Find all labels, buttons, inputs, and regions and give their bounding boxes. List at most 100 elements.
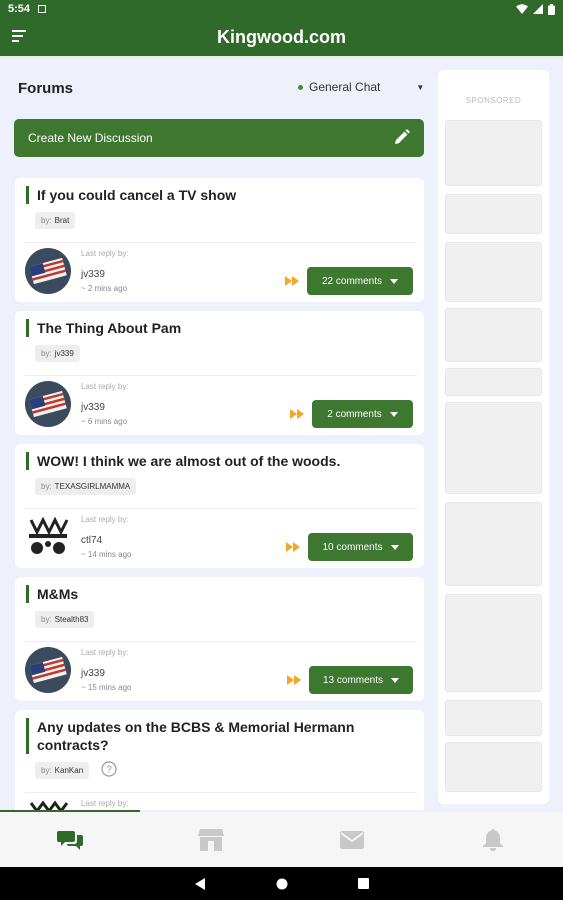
discussion-card[interactable]: If you could cancel a TV show by: Brat L… (15, 178, 424, 302)
discussion-card[interactable]: WOW! I think we are almost out of the wo… (15, 444, 424, 568)
create-discussion-label: Create New Discussion (28, 131, 153, 145)
divider (25, 508, 417, 509)
comments-count: 22 comments (321, 275, 383, 287)
last-reply-time: ~ 2 mins ago (81, 284, 128, 293)
bell-icon (482, 828, 503, 851)
divider (25, 242, 417, 243)
last-reply-time: ~ 15 mins ago (81, 683, 132, 692)
last-reply-label: Last reply by: (81, 382, 129, 391)
app-bar: Kingwood.com (0, 18, 563, 56)
divider (25, 375, 417, 376)
menu-icon[interactable] (12, 30, 28, 44)
fast-forward-icon[interactable] (286, 542, 300, 552)
ad-slot[interactable] (445, 594, 542, 692)
divider (25, 792, 417, 793)
home-button[interactable] (276, 878, 288, 890)
discussion-title[interactable]: The Thing About Pam (26, 319, 416, 337)
comments-count: 10 comments (322, 541, 383, 553)
author-prefix: by: (41, 615, 52, 624)
caret-down-icon (391, 677, 400, 683)
signal-icon (533, 4, 543, 14)
author-badge: by: jv339 (35, 345, 80, 362)
bottom-tab-bar (0, 812, 563, 867)
last-reply-label: Last reply by: (81, 249, 129, 258)
comments-button[interactable]: 10 comments (308, 533, 413, 561)
ad-slot[interactable] (445, 308, 542, 362)
last-reply-user[interactable]: ctl74 (81, 535, 102, 546)
sponsored-label: SPONSORED (465, 96, 522, 105)
last-reply-label: Last reply by: (81, 799, 129, 808)
author-badge: by: KanKan (35, 762, 90, 779)
avatar (25, 514, 71, 560)
status-icons (516, 3, 555, 15)
recents-icon (358, 878, 369, 889)
last-reply-user[interactable]: jv339 (81, 668, 105, 679)
back-icon (195, 877, 205, 890)
ad-slot[interactable] (445, 742, 542, 792)
system-nav-bar (0, 867, 563, 900)
status-bar: 5:54 (0, 0, 563, 18)
avatar (25, 381, 71, 427)
create-discussion-button[interactable]: Create New Discussion (14, 119, 424, 157)
ad-slot[interactable] (445, 242, 542, 302)
avatar (25, 248, 71, 294)
notification-icon (38, 5, 47, 13)
author-prefix: by: (41, 216, 52, 225)
comments-button[interactable]: 22 comments (307, 267, 413, 295)
discussion-card[interactable]: M&Ms by: Stealth83 Last reply by: jv339 … (15, 577, 424, 701)
battery-icon (548, 3, 555, 15)
discussion-card[interactable]: Any updates on the BCBS & Memorial Herma… (15, 710, 424, 810)
discussion-title[interactable]: Any updates on the BCBS & Memorial Herma… (26, 718, 396, 754)
author-badge: by: Stealth83 (35, 611, 95, 628)
caret-down-icon (390, 278, 399, 284)
author-prefix: by: (41, 482, 52, 491)
fast-forward-icon[interactable] (290, 409, 304, 419)
ad-slot[interactable] (445, 700, 542, 736)
author-badge: by: TEXASGIRLMAMMA (35, 478, 137, 495)
ad-slot[interactable] (445, 402, 542, 494)
caret-down-icon (389, 411, 398, 417)
last-reply-label: Last reply by: (81, 515, 129, 524)
home-icon (276, 878, 288, 889)
help-icon[interactable]: ? (101, 761, 117, 777)
last-reply-time: ~ 14 mins ago (81, 550, 132, 559)
comments-button[interactable]: 2 comments (312, 400, 413, 428)
author-badge: by: Brat (35, 212, 76, 229)
author-name: jv339 (54, 349, 74, 358)
author-name: TEXASGIRLMAMMA (54, 482, 131, 491)
store-icon (198, 828, 225, 851)
avatar (25, 647, 71, 693)
tab-forums[interactable] (0, 812, 141, 867)
comments-button[interactable]: 13 comments (309, 666, 413, 694)
discussion-title[interactable]: If you could cancel a TV show (26, 186, 416, 204)
forum-list[interactable]: Forums General Chat ▼ Create New Discuss… (0, 58, 434, 810)
tab-messages[interactable] (282, 812, 423, 867)
avatar (25, 798, 71, 810)
last-reply-user[interactable]: jv339 (81, 402, 105, 413)
last-reply-label: Last reply by: (81, 648, 129, 657)
fast-forward-icon[interactable] (287, 675, 301, 685)
ad-slot[interactable] (445, 194, 542, 234)
filter-label: General Chat (309, 80, 381, 94)
discussion-title[interactable]: M&Ms (26, 585, 416, 603)
fast-forward-icon[interactable] (285, 276, 299, 286)
tab-notifications[interactable] (422, 812, 563, 867)
comments-count: 13 comments (322, 674, 384, 686)
ad-slot[interactable] (445, 120, 542, 186)
back-button[interactable] (194, 877, 206, 890)
app-title: Kingwood.com (217, 26, 346, 47)
discussion-card[interactable]: The Thing About Pam by: jv339 Last reply… (15, 311, 424, 435)
page-title: Forums (18, 80, 74, 97)
mail-icon (339, 830, 364, 849)
comments-count: 2 comments (327, 408, 382, 420)
recents-button[interactable] (358, 878, 369, 889)
tab-marketplace[interactable] (141, 812, 282, 867)
caret-down-icon (390, 544, 399, 550)
ad-slot[interactable] (445, 368, 542, 396)
last-reply-user[interactable]: jv339 (81, 269, 105, 280)
wifi-icon (516, 4, 528, 14)
last-reply-time: ~ 6 mins ago (81, 417, 128, 426)
forum-filter-dropdown[interactable]: General Chat ▼ (298, 80, 424, 94)
ad-slot[interactable] (445, 502, 542, 586)
discussion-title[interactable]: WOW! I think we are almost out of the wo… (26, 452, 416, 470)
